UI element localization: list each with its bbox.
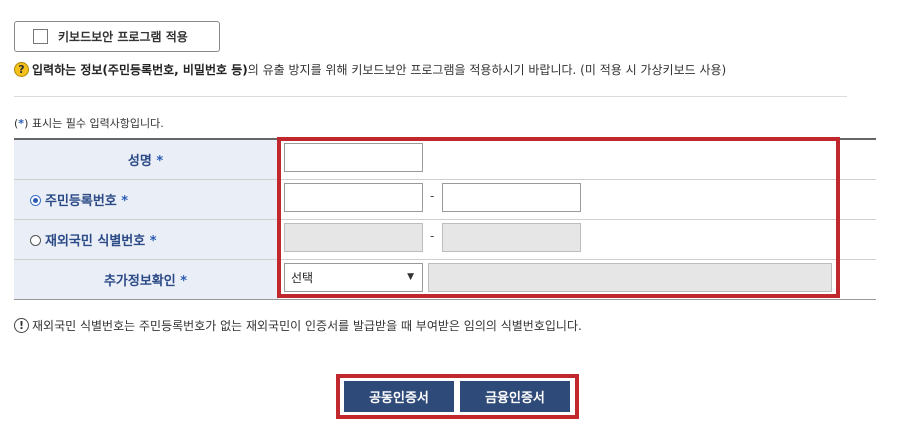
radio-unselected-icon[interactable] (30, 235, 41, 246)
notice-text: 의 유출 방지를 위해 키보드보안 프로그램을 적용하시기 바랍니다. (미 적… (247, 63, 727, 77)
required-note: (*) 표시는 필수 입력사항입니다. (14, 115, 164, 131)
foreigner-label-cell: 재외국민 식별번호 * (14, 219, 278, 260)
name-label: 성명 (127, 154, 152, 169)
required-note-suffix: ) 표시는 필수 입력사항입니다. (24, 117, 164, 130)
resident-label: 주민등록번호 (45, 194, 117, 209)
security-notice: ? 입력하는 정보(주민등록번호, 비밀번호 등) 의 유출 방지를 위해 키보… (14, 61, 726, 78)
joint-certificate-button[interactable]: 공동인증서 (344, 381, 454, 412)
notice-bold-text: 입력하는 정보(주민등록번호, 비밀번호 등) (32, 63, 248, 77)
extra-label-cell: 추가정보확인 * (14, 259, 278, 300)
checkbox-icon[interactable] (33, 29, 48, 44)
exclamation-icon: ! (14, 318, 29, 333)
foreigner-required-star: * (149, 234, 157, 249)
input-highlight-box (277, 137, 840, 298)
question-icon: ? (14, 62, 29, 77)
financial-certificate-button[interactable]: 금융인증서 (460, 381, 570, 412)
foreigner-label: 재외국민 식별번호 (45, 234, 146, 249)
keyboard-security-toggle[interactable]: 키보드보안 프로그램 적용 (14, 21, 220, 52)
radio-selected-icon[interactable] (30, 195, 41, 206)
name-label-cell: 성명 * (14, 138, 278, 180)
extra-required-star: * (180, 274, 188, 289)
info-text: 재외국민 식별번호는 주민등록번호가 없는 재외국민이 인증서를 발급받을 때 … (32, 319, 582, 333)
foreigner-id-info: ! 재외국민 식별번호는 주민등록번호가 없는 재외국민이 인증서를 발급받을 … (14, 317, 582, 334)
resident-required-star: * (121, 194, 129, 209)
resident-label-cell: 주민등록번호 * (14, 179, 278, 220)
divider (14, 96, 847, 97)
keyboard-security-label: 키보드보안 프로그램 적용 (58, 30, 188, 44)
name-required-star: * (156, 154, 164, 169)
extra-label: 추가정보확인 (103, 274, 176, 289)
